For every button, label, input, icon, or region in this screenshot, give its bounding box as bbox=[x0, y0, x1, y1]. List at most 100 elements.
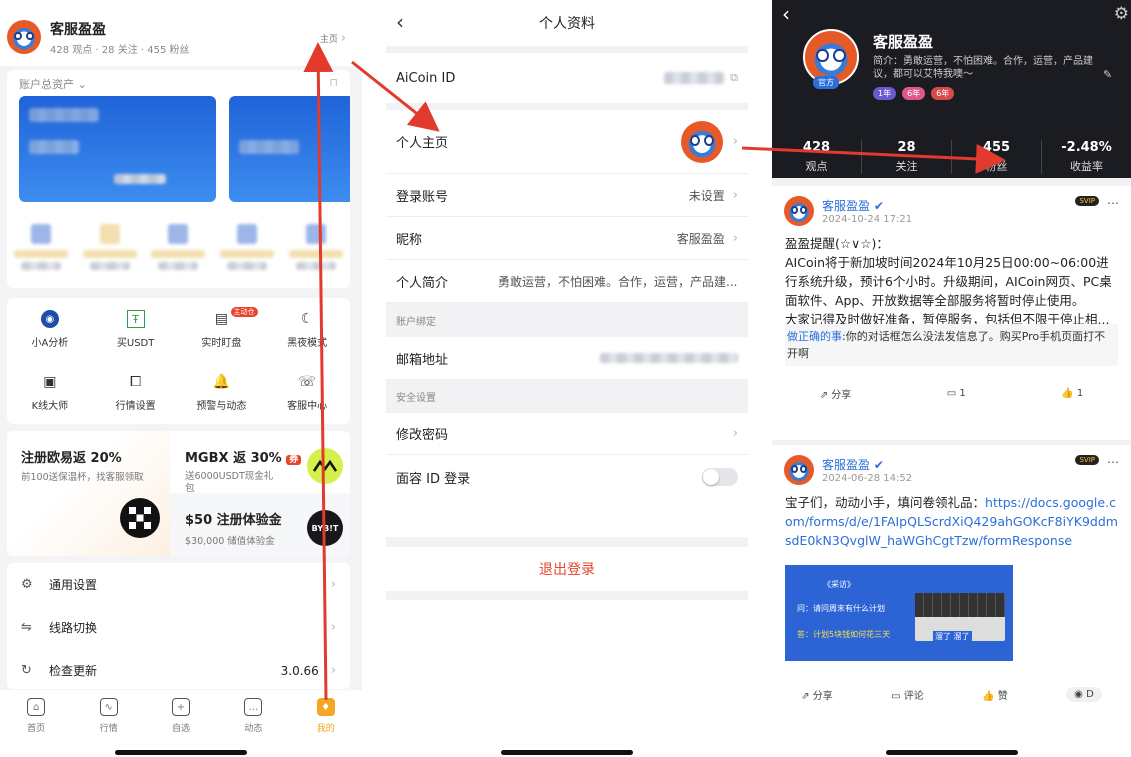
post-author[interactable]: 客服盈盈 ✔ bbox=[822, 456, 1067, 473]
post-card[interactable]: 客服盈盈 ✔ 2024-06-28 14:52 SVIP ⋯ 宝子们，动动小手，填… bbox=[772, 445, 1131, 725]
user-stats: 428 观点 · 28 关注 · 455 粉丝 bbox=[50, 45, 190, 56]
settings-row[interactable]: ↻ 检查更新 3.0.66 › bbox=[7, 649, 350, 692]
stat-item[interactable]: 428 观点 bbox=[772, 140, 862, 174]
tab-home[interactable]: ⌂ 首页 bbox=[6, 698, 66, 757]
tab-market[interactable]: ∿ 行情 bbox=[79, 698, 139, 757]
stat-item[interactable]: 455 粉丝 bbox=[952, 140, 1042, 174]
back-arrow-icon[interactable]: ‹ bbox=[782, 2, 790, 26]
profile-row[interactable]: 昵称 客服盈盈 › bbox=[386, 217, 748, 260]
mgbx-promo[interactable]: MGBX 返 30% 券 送6000USDT现金礼包 bbox=[170, 431, 350, 494]
profile-row[interactable]: 登录账号 未设置 › bbox=[386, 174, 748, 217]
exchange-logo bbox=[31, 224, 52, 244]
share-icon: ⇗ bbox=[801, 690, 810, 702]
settings-gear-icon[interactable]: ⚙ bbox=[1114, 4, 1129, 24]
promo-subtitle: $30,000 储值体验金 bbox=[185, 536, 275, 547]
user-avatar[interactable] bbox=[7, 20, 41, 54]
email-row[interactable]: 邮箱地址 bbox=[386, 337, 748, 379]
feature-item[interactable]: ▣ K线大师 bbox=[7, 361, 93, 424]
image-title: 《采访》 bbox=[823, 580, 855, 589]
stat-label: 收益率 bbox=[1070, 160, 1103, 173]
feature-item[interactable]: ☾ 黑夜模式 bbox=[264, 298, 350, 361]
feature-item[interactable]: ⧠ 行情设置 bbox=[93, 361, 179, 424]
like-button[interactable]: 👍 赞 bbox=[982, 687, 1008, 702]
tab-feed[interactable]: … 动态 bbox=[223, 698, 283, 757]
market-icon: ∿ bbox=[99, 698, 118, 716]
like-button[interactable]: 👍 1 bbox=[1061, 388, 1083, 399]
section-header: 账户绑定 bbox=[396, 316, 436, 328]
copy-icon[interactable]: ⧉ bbox=[730, 71, 738, 85]
settings-label: 检查更新 bbox=[49, 664, 98, 678]
exchange-item[interactable] bbox=[217, 218, 277, 278]
post-avatar[interactable] bbox=[784, 455, 814, 485]
comment-button[interactable]: ▭ 1 bbox=[947, 388, 966, 399]
tab-watchlist[interactable]: + 自选 bbox=[151, 698, 211, 757]
tab-profile[interactable]: ♦ 我的 bbox=[296, 698, 356, 757]
comment-button[interactable]: ▭ 评论 bbox=[891, 687, 924, 702]
feature-item[interactable]: ▤ 实时盯盘 主动仓 bbox=[179, 298, 265, 361]
profile-tab-screen: 客服盈盈 428 观点 · 28 关注 · 455 粉丝 主页 › 账户总资产 … bbox=[0, 0, 362, 757]
homepage-row[interactable]: 个人主页 › bbox=[386, 110, 748, 174]
stat-item[interactable]: -2.48% 收益率 bbox=[1042, 140, 1131, 174]
share-button[interactable]: ⇗ 分享 bbox=[820, 386, 852, 401]
exchange-item[interactable] bbox=[148, 218, 208, 278]
settings-row[interactable]: ⚙ 通用设置 › bbox=[7, 563, 350, 606]
exchange-card-blurred[interactable] bbox=[229, 96, 350, 202]
views-label: D bbox=[1086, 688, 1094, 700]
chevron-right-icon: › bbox=[330, 620, 336, 635]
blurred-value bbox=[295, 262, 336, 270]
lock-icon[interactable]: ⊓ bbox=[329, 76, 338, 89]
exchange-item[interactable] bbox=[286, 218, 346, 278]
more-dots-icon[interactable]: ⋯ bbox=[1107, 196, 1119, 210]
exchange-item[interactable] bbox=[11, 218, 71, 278]
home-link[interactable]: 主页 › bbox=[320, 31, 346, 46]
profile-avatar[interactable]: 官方 bbox=[803, 29, 859, 89]
edit-pencil-icon[interactable]: ✎ bbox=[1103, 68, 1112, 81]
okx-promo[interactable]: 注册欧易返 20% 前100送保温杯，找客服领取 bbox=[7, 431, 170, 556]
row-label: 个人简介 bbox=[396, 275, 449, 291]
logout-button[interactable]: 退出登录 bbox=[386, 547, 748, 591]
feature-item[interactable]: ◉ 小A分析 bbox=[7, 298, 93, 361]
stat-item[interactable]: 28 关注 bbox=[862, 140, 952, 174]
medal-badge: 6年 bbox=[931, 87, 955, 100]
asset-label[interactable]: 账户总资产 ⌄ bbox=[19, 76, 87, 92]
blurred-value bbox=[239, 140, 299, 154]
route-switch-icon: ⇋ bbox=[21, 620, 32, 635]
exchange-card-blurred[interactable] bbox=[19, 96, 216, 202]
more-dots-icon[interactable]: ⋯ bbox=[1107, 455, 1119, 469]
post-card[interactable]: 客服盈盈 ✔ 2024-10-24 17:21 SVIP ⋯ 盈盈提醒(☆∨☆)：… bbox=[772, 186, 1131, 440]
post-avatar[interactable] bbox=[784, 196, 814, 226]
update-icon: ↻ bbox=[21, 663, 32, 678]
gear-icon: ⚙ bbox=[21, 577, 33, 592]
share-label: 分享 bbox=[831, 389, 852, 401]
views-pill[interactable]: ◉ D bbox=[1066, 686, 1102, 702]
exchange-item[interactable] bbox=[80, 218, 140, 278]
post-text: 盈盈提醒(☆∨☆)： AICoin将于新加坡时间2024年10月25日00:00… bbox=[785, 236, 1112, 324]
row-value: 勇敢运营，不怕困难。合作，运营，产品建... bbox=[498, 274, 738, 289]
nav-bar: ‹ 个人资料 bbox=[386, 0, 748, 46]
profile-header[interactable]: 客服盈盈 428 观点 · 28 关注 · 455 粉丝 主页 › bbox=[0, 0, 362, 66]
mgbx-logo bbox=[307, 448, 343, 484]
section-header: 安全设置 bbox=[396, 392, 436, 404]
feature-item[interactable]: Ŧ 买USDT bbox=[93, 298, 179, 361]
settings-row[interactable]: ⇋ 线路切换 › bbox=[7, 606, 350, 649]
quote-box[interactable]: 做正确的事:你的对话框怎么没法发信息了。购买Pro手机页面打不开啊 bbox=[785, 324, 1118, 366]
tab-label: 首页 bbox=[27, 724, 46, 734]
post-image[interactable]: 《采访》 问：请问周末有什么计划 答：计划5块钱如何花三天 溜了 溜了 bbox=[785, 565, 1013, 661]
back-arrow-icon[interactable]: ‹ bbox=[396, 10, 404, 34]
post-author[interactable]: 客服盈盈 ✔ bbox=[822, 197, 1067, 214]
profile-row[interactable]: 个人简介勇敢运营，不怕困难。合作，运营，产品建...› bbox=[386, 260, 748, 303]
feature-item[interactable]: 🔔 预警与动态 bbox=[179, 361, 265, 424]
feature-item[interactable]: ☏ 客服中心 bbox=[264, 361, 350, 424]
share-button[interactable]: ⇗ 分享 bbox=[801, 687, 833, 702]
tab-label: 动态 bbox=[244, 724, 263, 734]
aicoin-id-row[interactable]: AiCoin ID ⧉ bbox=[386, 53, 748, 103]
chart-settings-icon: ⧠ bbox=[130, 374, 142, 390]
change-password-row[interactable]: 修改密码 › bbox=[386, 413, 748, 455]
bybit-promo[interactable]: $50 注册体验金 $30,000 储值体验金 BYB!T bbox=[170, 493, 350, 556]
profile-rows: 登录账号 未设置 › 昵称 客服盈盈 › 个人简介 勇敢运营，不怕困难。合作，运营，产品建..… bbox=[386, 174, 748, 303]
watchlist-icon: + bbox=[171, 698, 190, 716]
post-actions: ⇗ 分享 ▭ 评论 👍 赞 ◉ D bbox=[772, 675, 1131, 713]
svip-badge: SVIP bbox=[1075, 455, 1099, 465]
feature-badge: 主动仓 bbox=[230, 307, 258, 317]
face-id-toggle[interactable] bbox=[702, 468, 738, 486]
